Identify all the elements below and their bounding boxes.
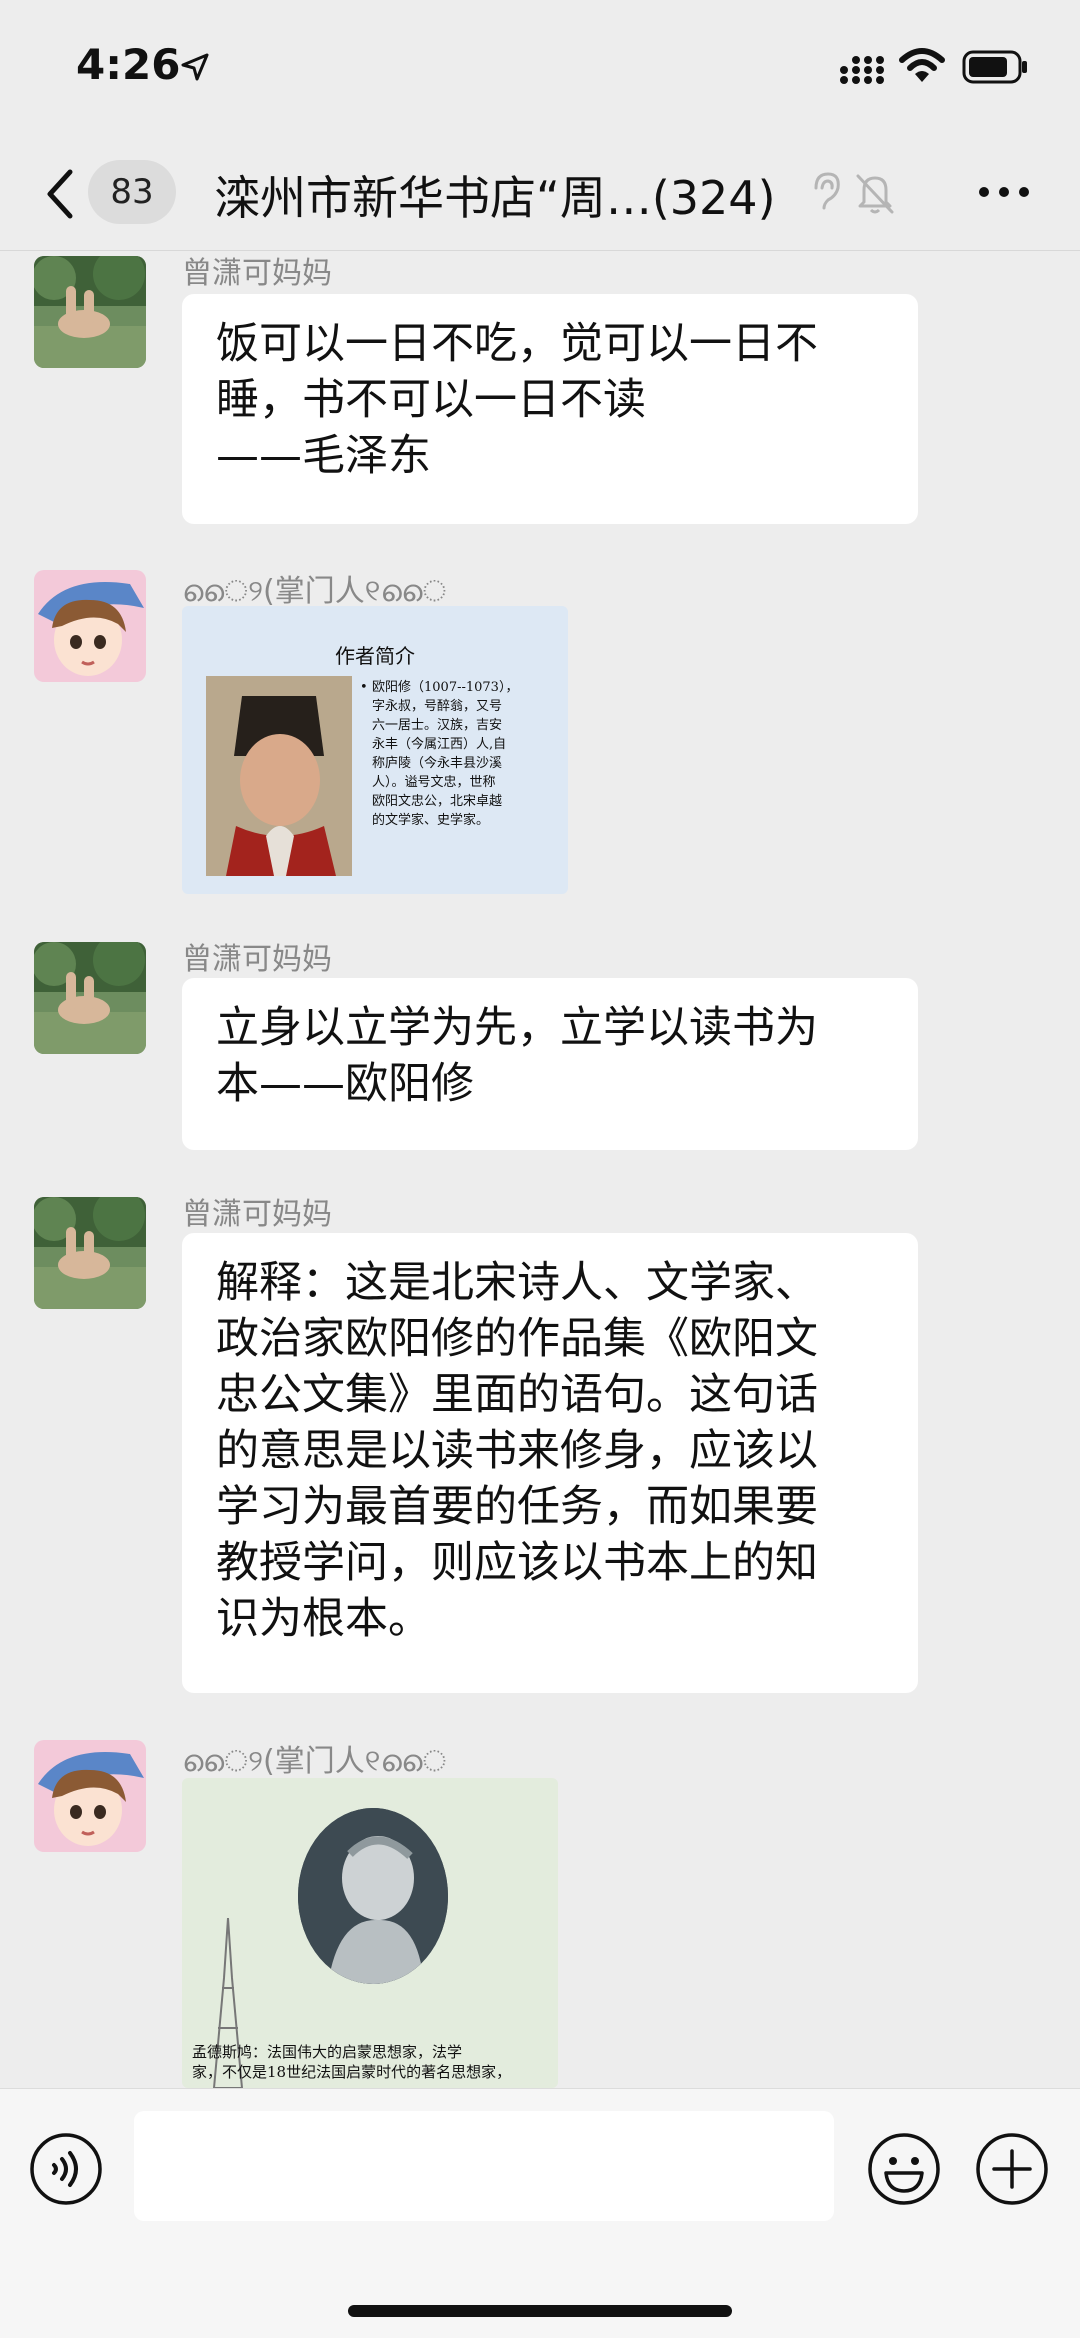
sender-avatar[interactable] [34,942,146,1054]
sender-avatar[interactable] [34,1740,146,1852]
message-text: 立身以立学为先，立学以读书为 本——欧阳修 [216,1003,818,1109]
sender-name: 曾潇可妈妈 [182,942,332,977]
plus-icon[interactable] [974,2131,1050,2207]
unread-count-badge[interactable]: 83 [88,160,176,224]
sender-name: ൈ୨(掌门人୧ൈ [182,1744,447,1779]
author-portrait [206,676,352,876]
sender-name: ൈ୨(掌门人୧ൈ [182,574,447,609]
chat-title[interactable]: 滦州市新华书店“周…(324) [214,162,776,228]
voice-input-icon[interactable] [28,2131,104,2207]
image-caption: 孟德斯鸠：法国伟大的启蒙思想家，法学 家，不仅是18世纪法国启蒙时代的著名思想家… [192,2043,512,2081]
author-bio: • 欧阳修（1007--1073）， 字永叔，号醉翁，又号 六一居士。汉族，吉安… [360,678,556,830]
more-options-icon[interactable] [976,184,1032,200]
chat-header: 83 滦州市新华书店“周…(324) [0,140,1080,251]
battery-icon [962,50,1027,84]
message-bubble[interactable]: 立身以立学为先，立学以读书为 本——欧阳修 [182,978,918,1150]
cellular-signal-icon [840,56,884,84]
back-chevron-icon[interactable] [40,164,80,224]
sender-avatar[interactable] [34,570,146,682]
wifi-icon [899,48,945,82]
image-message[interactable]: 孟德斯鸠：法国伟大的启蒙思想家，法学 家，不仅是18世纪法国启蒙时代的著名思想家… [182,1778,558,2088]
status-bar: 4:26 [0,0,1080,140]
message-bubble[interactable]: 解释：这是北宋诗人、文学家、 政治家欧阳修的作品集《欧阳文 忠公文集》里面的语句… [182,1233,918,1693]
message-text: 饭可以一日不吃，觉可以一日不 睡，书不可以一日不读 ——毛泽东 [216,319,818,481]
mute-notifications-icon [856,174,894,214]
sender-name: 曾潇可妈妈 [182,1197,332,1232]
sender-avatar[interactable] [34,1197,146,1309]
message-input[interactable] [134,2111,834,2221]
sender-name: 曾潇可妈妈 [182,256,332,291]
author-bio-text: 欧阳修（1007--1073）， 字永叔，号醉翁，又号 六一居士。汉族，吉安 永… [372,680,519,828]
image-message[interactable]: 作者简介 • 欧阳修（1007--1073）， 字永叔，号醉翁，又号 六一居士。… [182,606,568,894]
message-bubble[interactable]: 饭可以一日不吃，觉可以一日不 睡，书不可以一日不读 ——毛泽东 [182,294,918,524]
earpiece-mode-icon [814,172,840,210]
input-bar [0,2088,1080,2338]
image-title: 作者简介 [335,644,415,668]
portrait-oval [298,1808,448,1984]
status-time: 4:26 [76,40,181,89]
location-arrow-icon [181,53,209,81]
message-text: 解释：这是北宋诗人、文学家、 政治家欧阳修的作品集《欧阳文 忠公文集》里面的语句… [216,1258,818,1644]
emoji-icon[interactable] [866,2131,942,2207]
home-indicator[interactable] [348,2305,732,2317]
bullet-icon: • [360,680,368,695]
sender-avatar[interactable] [34,256,146,368]
